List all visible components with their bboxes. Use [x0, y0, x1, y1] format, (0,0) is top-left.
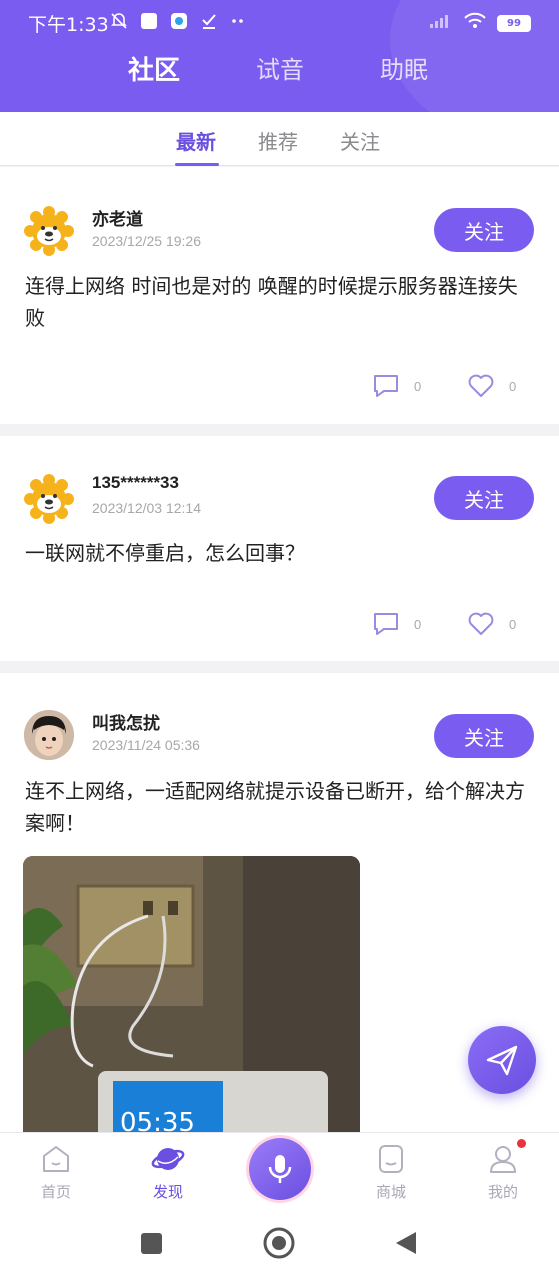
- nav-label: 发现: [152, 1183, 183, 1201]
- post-content[interactable]: 一联网就不停重启，怎么回事？: [25, 537, 535, 569]
- tab-audition[interactable]: 试音: [256, 50, 304, 85]
- mute-icon: [110, 12, 128, 30]
- child-photo-avatar-icon[interactable]: [24, 710, 74, 760]
- post-username[interactable]: 叫我怎扰: [92, 709, 160, 734]
- back-icon[interactable]: [396, 1232, 416, 1254]
- like-count: 0: [509, 378, 517, 394]
- nav-label: 首页: [40, 1183, 71, 1201]
- active-tab-indicator: [175, 163, 219, 166]
- tab-community[interactable]: 社区: [128, 50, 180, 87]
- post-time: 2023/12/03 12:14: [92, 500, 201, 516]
- follow-button[interactable]: 关注: [434, 714, 534, 758]
- post-card[interactable]: 135******33 2023/12/03 12:14 关注 一联网就不停重启…: [0, 436, 559, 661]
- nav-discover[interactable]: 发现: [128, 1141, 208, 1202]
- system-nav-bar: [0, 1216, 559, 1280]
- subtab-following[interactable]: 关注: [340, 126, 380, 155]
- signal-icon: [429, 13, 453, 33]
- post-username[interactable]: 135******33: [92, 473, 179, 493]
- post-image[interactable]: 05:35: [23, 856, 360, 1132]
- planet-icon: [150, 1141, 186, 1177]
- comment-button[interactable]: 0: [372, 373, 421, 399]
- post-time: 2023/11/24 05:36: [92, 737, 200, 753]
- download-icon: [200, 12, 218, 30]
- comment-count: 0: [414, 378, 422, 394]
- post-time: 2023/12/25 19:26: [92, 233, 201, 249]
- comment-button[interactable]: 0: [372, 611, 421, 637]
- like-count: 0: [509, 616, 517, 632]
- recents-icon[interactable]: [141, 1233, 162, 1254]
- post-card[interactable]: 亦老道 2023/12/25 19:26 关注 连得上网络 时间也是对的 唤醒的…: [0, 167, 559, 424]
- device-photo: 05:35: [23, 856, 360, 1132]
- more-icon: [230, 12, 248, 30]
- app-icon: [170, 12, 188, 30]
- comment-count: 0: [414, 616, 422, 632]
- wifi-icon: [463, 12, 487, 34]
- nav-profile[interactable]: 我的: [463, 1141, 543, 1202]
- subtab-recommended[interactable]: 推荐: [258, 126, 298, 155]
- new-post-button[interactable]: [468, 1026, 536, 1094]
- mic-icon: [268, 1155, 292, 1183]
- heart-icon: [468, 374, 494, 397]
- nav-label: 我的: [487, 1183, 518, 1201]
- voice-button[interactable]: [249, 1138, 311, 1200]
- battery-indicator: 99: [497, 14, 531, 32]
- tab-sleep-aid[interactable]: 助眠: [380, 50, 428, 85]
- profile-icon: [485, 1141, 521, 1177]
- follow-button[interactable]: 关注: [434, 476, 534, 520]
- post-username[interactable]: 亦老道: [92, 205, 143, 230]
- lion-avatar-icon[interactable]: [24, 206, 74, 256]
- like-button[interactable]: 0: [467, 373, 516, 399]
- send-icon: [486, 1045, 518, 1076]
- subtab-latest[interactable]: 最新: [176, 126, 216, 155]
- post-content[interactable]: 连得上网络 时间也是对的 唤醒的时候提示服务器连接失败: [25, 270, 535, 334]
- lion-avatar-icon[interactable]: [24, 474, 74, 524]
- like-button[interactable]: 0: [467, 611, 516, 637]
- post-content[interactable]: 连不上网络，一适配网络就提示设备已断开，给个解决方案啊！: [25, 775, 535, 839]
- heart-icon: [468, 612, 494, 635]
- status-time: 下午1:33: [28, 14, 109, 36]
- shop-icon: [373, 1141, 409, 1177]
- follow-button[interactable]: 关注: [434, 208, 534, 252]
- home-icon: [38, 1141, 74, 1177]
- nav-shop[interactable]: 商城: [351, 1141, 431, 1202]
- notification-badge: [517, 1139, 526, 1148]
- main-tabs: 社区 试音 助眠: [0, 50, 559, 90]
- status-bar: 下午1:33 99: [0, 0, 559, 44]
- device-clock-text: 05:35: [120, 1108, 195, 1132]
- post-feed[interactable]: 亦老道 2023/12/25 19:26 关注 连得上网络 时间也是对的 唤醒的…: [0, 167, 559, 1132]
- nav-home[interactable]: 首页: [16, 1141, 96, 1202]
- comment-icon: [374, 375, 398, 397]
- nav-label: 商城: [375, 1183, 406, 1201]
- sub-tabs: 最新 推荐 关注: [0, 112, 559, 166]
- notification-icon: [140, 12, 158, 30]
- comment-icon: [374, 613, 398, 635]
- app-header: 下午1:33 99 社区 试音 助眠: [0, 0, 559, 112]
- bottom-nav: 首页 发现 商城 我的: [0, 1132, 559, 1216]
